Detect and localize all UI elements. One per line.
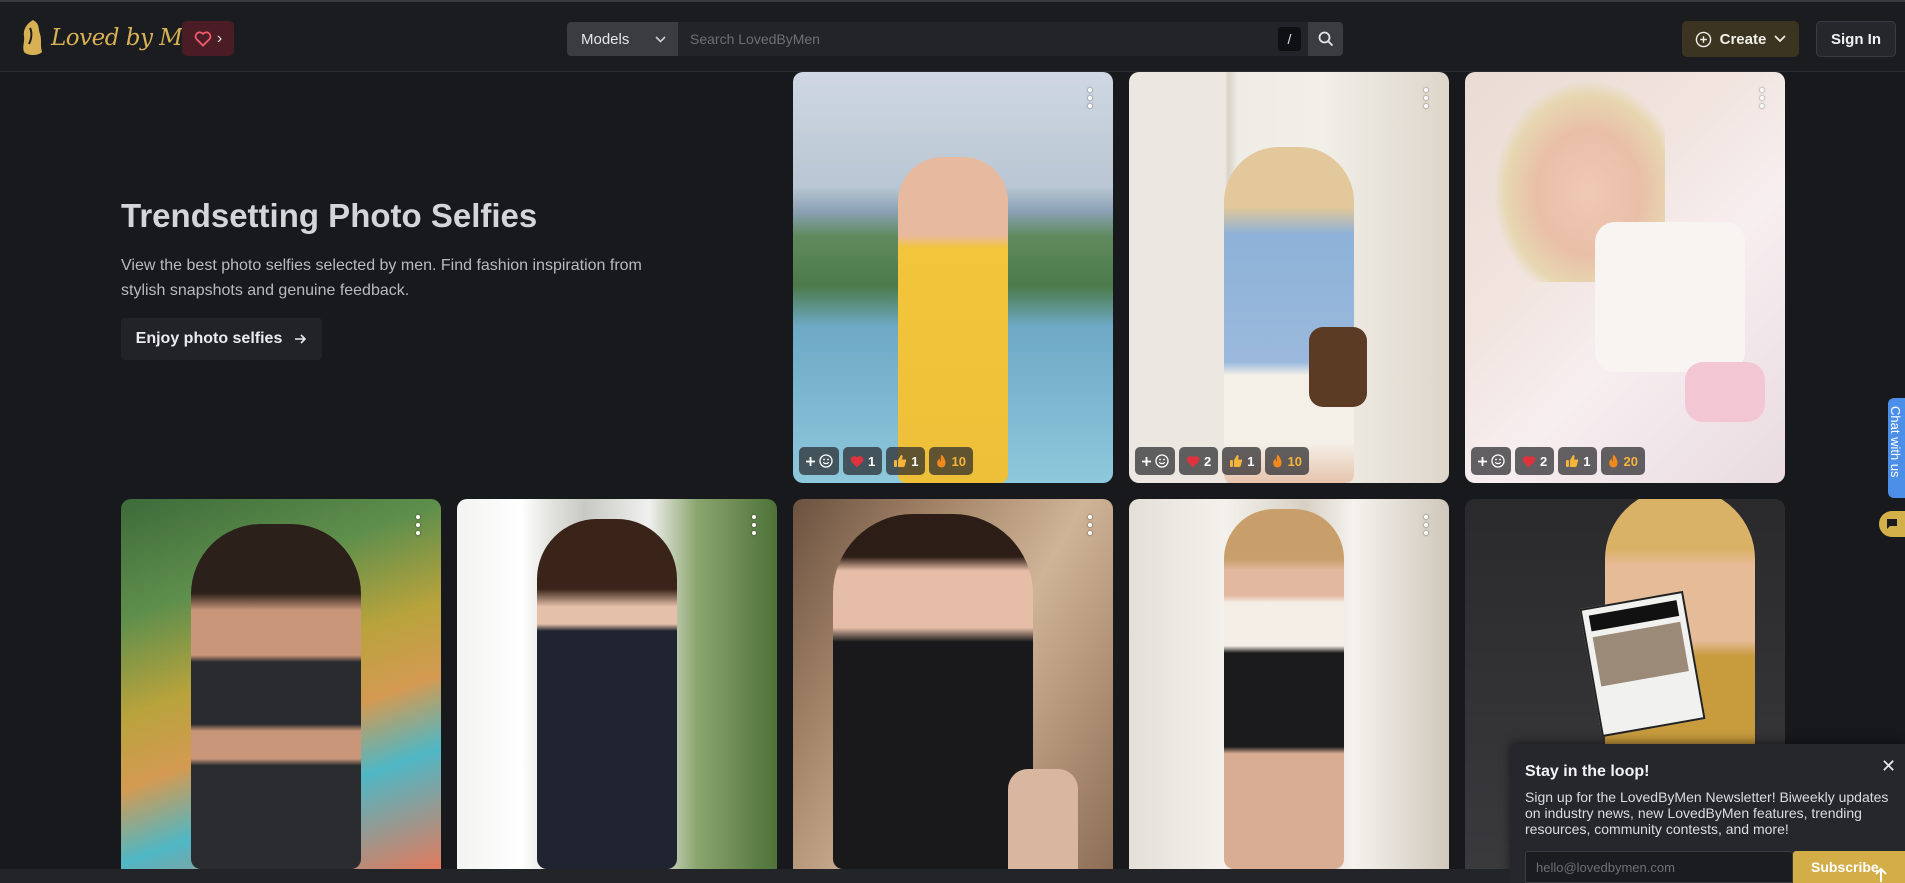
heart-count: 1 xyxy=(868,453,876,469)
heart-reaction[interactable]: 1 xyxy=(843,447,883,475)
enjoy-photo-selfies-label: Enjoy photo selfies xyxy=(135,330,283,347)
create-button-label: Create xyxy=(1719,30,1767,48)
search-shortcut-key: / xyxy=(1278,27,1301,51)
like-count: 1 xyxy=(1247,453,1255,469)
selfie-card[interactable] xyxy=(1129,499,1449,869)
heart-icon xyxy=(850,455,864,467)
fire-count: 10 xyxy=(1287,453,1302,469)
newsletter-email-input[interactable] xyxy=(1525,851,1793,883)
fire-reaction[interactable]: 10 xyxy=(1265,447,1309,475)
chevron-down-icon xyxy=(1774,35,1786,43)
chat-icon xyxy=(1887,519,1897,529)
thumbs-up-reaction[interactable]: 1 xyxy=(1558,447,1598,475)
models-dropdown[interactable]: Models xyxy=(567,22,678,56)
chevron-down-icon xyxy=(655,35,666,43)
search-input[interactable] xyxy=(678,22,1308,56)
selfie-photo xyxy=(1129,72,1449,483)
thumbs-up-icon xyxy=(1230,455,1243,467)
fire-reaction[interactable]: 10 xyxy=(929,447,973,475)
like-count: 1 xyxy=(1583,453,1591,469)
models-dropdown-label: Models xyxy=(581,30,630,48)
create-button[interactable]: Create xyxy=(1682,21,1799,57)
heart-reaction[interactable]: 2 xyxy=(1515,447,1555,475)
heart-count: 2 xyxy=(1204,453,1212,469)
page-title: Trendsetting Photo Selfies xyxy=(121,197,538,234)
card-menu-button[interactable] xyxy=(1423,88,1429,108)
fire-count: 20 xyxy=(1623,453,1638,469)
plus-icon xyxy=(1478,456,1487,466)
selfie-card[interactable] xyxy=(457,499,777,869)
thumbs-up-reaction[interactable]: 1 xyxy=(1222,447,1262,475)
selfie-photo xyxy=(793,499,1113,869)
selfie-card[interactable]: 2 1 20 xyxy=(1465,72,1785,483)
add-reaction-button[interactable] xyxy=(1135,447,1175,475)
reaction-bar: 2 1 20 xyxy=(1471,447,1645,475)
arrow-right-icon xyxy=(295,334,307,344)
smiley-icon xyxy=(1491,454,1505,468)
fire-icon xyxy=(1609,454,1619,468)
reaction-bar: 2 1 10 xyxy=(1135,447,1309,475)
selfie-photo xyxy=(1465,72,1785,483)
selfie-photo xyxy=(121,499,441,869)
fire-icon xyxy=(1273,454,1283,468)
card-menu-button[interactable] xyxy=(415,515,421,535)
arrow-up-icon xyxy=(1875,867,1887,882)
logo-emblem-icon xyxy=(23,20,42,55)
thumbs-up-reaction[interactable]: 1 xyxy=(886,447,926,475)
selfie-card[interactable]: 2 1 10 xyxy=(1129,72,1449,483)
favorites-button[interactable]: › xyxy=(182,21,234,56)
newsletter-popup: Stay in the loop! ✕ Sign up for the Love… xyxy=(1510,744,1905,883)
fire-icon xyxy=(937,454,947,468)
enjoy-photo-selfies-button[interactable]: Enjoy photo selfies xyxy=(121,318,322,360)
newsletter-description: Sign up for the LovedByMen Newsletter! B… xyxy=(1525,789,1889,837)
chat-bubble-button[interactable] xyxy=(1879,511,1905,537)
chat-with-us-tab[interactable]: Chat with us xyxy=(1888,398,1905,498)
smiley-icon xyxy=(819,454,833,468)
sign-in-button[interactable]: Sign In xyxy=(1816,21,1896,57)
close-icon[interactable]: ✕ xyxy=(1881,756,1896,777)
bottom-bar xyxy=(0,869,1510,883)
selfie-photo xyxy=(1129,499,1449,869)
selfie-card[interactable] xyxy=(793,499,1113,869)
plus-icon xyxy=(806,456,815,466)
heart-reaction[interactable]: 2 xyxy=(1179,447,1219,475)
search-icon xyxy=(1318,31,1333,47)
selfie-card[interactable] xyxy=(121,499,441,869)
selfie-photo xyxy=(457,499,777,869)
heart-count: 2 xyxy=(1540,453,1548,469)
chat-tab-label: Chat with us xyxy=(1888,406,1903,478)
card-menu-button[interactable] xyxy=(1087,88,1093,108)
scroll-to-top-button[interactable] xyxy=(1867,862,1895,883)
smiley-icon xyxy=(1155,454,1169,468)
card-menu-button[interactable] xyxy=(1759,88,1765,108)
search-button[interactable] xyxy=(1308,22,1343,56)
fire-count: 10 xyxy=(951,453,966,469)
newsletter-title: Stay in the loop! xyxy=(1525,763,1650,780)
reaction-bar: 1 1 10 xyxy=(799,447,973,475)
card-menu-button[interactable] xyxy=(1087,515,1093,535)
heart-icon xyxy=(1522,455,1536,467)
like-count: 1 xyxy=(911,453,919,469)
add-reaction-button[interactable] xyxy=(799,447,839,475)
thumbs-up-icon xyxy=(1566,455,1579,467)
card-menu-button[interactable] xyxy=(751,515,757,535)
fire-reaction[interactable]: 20 xyxy=(1601,447,1645,475)
plus-icon xyxy=(1142,456,1151,466)
heart-icon xyxy=(1186,455,1200,467)
add-reaction-button[interactable] xyxy=(1471,447,1511,475)
thumbs-up-icon xyxy=(894,455,907,467)
hero-description: View the best photo selfies selected by … xyxy=(121,257,642,299)
selfie-card[interactable]: 1 1 10 xyxy=(793,72,1113,483)
heart-outline-icon xyxy=(194,30,212,46)
card-menu-button[interactable] xyxy=(1423,515,1429,535)
top-navbar: Loved by Men › Models / Create xyxy=(0,0,1905,72)
selfie-photo xyxy=(793,72,1113,483)
plus-circle-icon xyxy=(1695,31,1711,47)
chevron-right-icon: › xyxy=(216,29,223,47)
search-bar: Models / xyxy=(567,22,1343,56)
